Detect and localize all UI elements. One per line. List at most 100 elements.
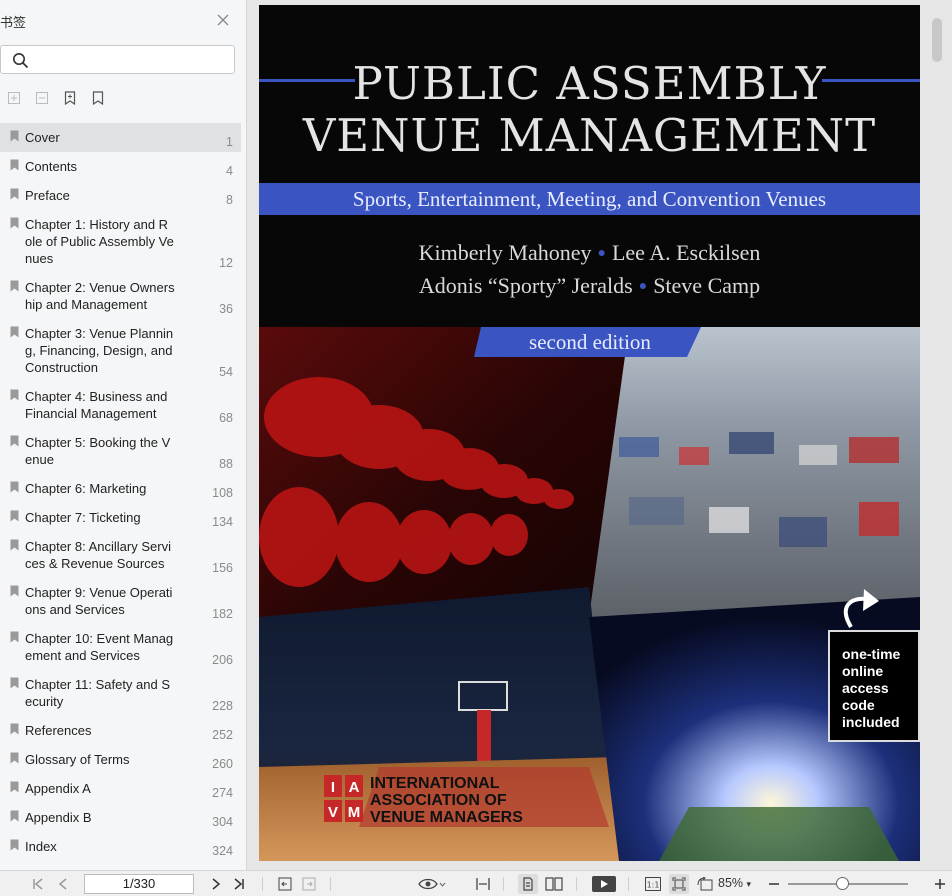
bookmark-item[interactable]: Contents 4: [0, 152, 241, 181]
bookmark-list: Cover 1 Contents 4 Preface 8 Chapter 1: Histor…: [0, 123, 247, 861]
access-text: code: [842, 697, 875, 713]
bookmark-item[interactable]: Chapter 4: Business and Financial Manage…: [0, 382, 241, 428]
bookmark-item[interactable]: Chapter 9: Venue Operations and Services…: [0, 578, 241, 624]
bookmark-icon[interactable]: [89, 89, 107, 107]
page-number-input[interactable]: 1/330: [84, 874, 194, 894]
bookmark-icon: [10, 585, 19, 597]
bookmark-page-number: 182: [212, 607, 233, 621]
bookmark-icon: [10, 188, 19, 200]
bookmark-page-number: 252: [212, 728, 233, 742]
zoom-slider-knob[interactable]: [836, 877, 849, 890]
cover-authors-line1: Kimberly Mahoney ● Lee A. Esckilsen: [259, 240, 920, 266]
bookmark-label: Appendix B: [25, 810, 92, 825]
bookmark-icon: [10, 389, 19, 401]
bookmark-item[interactable]: Chapter 8: Ancillary Services & Revenue …: [0, 532, 241, 578]
fit-width-icon[interactable]: [475, 876, 491, 892]
bookmark-panel-header: 书签: [0, 10, 247, 30]
scrollbar-thumb[interactable]: [932, 18, 942, 62]
author-name: Adonis “Sporty” Jeralds: [418, 273, 633, 298]
author-name: Kimberly Mahoney: [418, 240, 592, 265]
bookmark-label: Chapter 10: Event Management and Service…: [25, 631, 174, 663]
bookmark-icon: [10, 839, 19, 851]
rotate-icon[interactable]: [697, 876, 713, 892]
bookmark-icon: [10, 677, 19, 689]
logo-letter-i: I: [331, 779, 335, 796]
bookmark-label: Appendix A: [25, 781, 91, 796]
collapse-all-icon[interactable]: [33, 89, 51, 107]
back-view-icon[interactable]: [277, 876, 293, 892]
bookmark-search-input[interactable]: [0, 45, 235, 74]
bookmark-item[interactable]: Chapter 11: Safety and Security 228: [0, 670, 241, 716]
access-text: included: [842, 714, 900, 730]
bookmark-item[interactable]: Preface 8: [0, 181, 241, 210]
last-page-icon[interactable]: [231, 876, 247, 892]
first-page-icon[interactable]: [30, 876, 46, 892]
bookmark-label: Preface: [25, 188, 70, 203]
bookmark-label: Cover: [25, 130, 60, 145]
bookmark-label: Contents: [25, 159, 78, 174]
bookmark-item[interactable]: Chapter 3: Venue Planning, Financing, De…: [0, 319, 241, 382]
read-mode-icon[interactable]: [418, 876, 446, 892]
fit-page-icon[interactable]: [669, 874, 689, 894]
zoom-out-icon[interactable]: [766, 876, 782, 892]
cover-title-line2: VENUE MANAGEMENT: [302, 109, 877, 162]
cover-title-line1: PUBLIC ASSEMBLY: [352, 57, 827, 110]
bookmark-item[interactable]: Cover 1: [0, 123, 241, 152]
iavm-name: INTERNATIONAL ASSOCIATION OF VENUE MANAG…: [370, 775, 523, 826]
divider: [503, 877, 504, 891]
bookmark-item[interactable]: Chapter 1: History and Role of Public As…: [0, 210, 241, 273]
slideshow-icon[interactable]: [592, 876, 616, 892]
bookmark-label: References: [25, 723, 92, 738]
bookmark-label: Chapter 6: Marketing: [25, 481, 147, 496]
bookmark-item[interactable]: Chapter 7: Ticketing 134: [0, 503, 241, 532]
bookmark-page-number: 304: [212, 815, 233, 829]
bookmark-label: Chapter 5: Booking the Venue: [25, 435, 171, 467]
iavm-logo: I A V M INTERNATIONAL ASSOCIATION OF VEN…: [324, 775, 584, 831]
chevron-down-icon[interactable]: ▾: [747, 879, 752, 889]
pdf-reader-window: 书签 Cover 1 Contents 4 Preface 8 Chapter …: [0, 0, 952, 896]
cover-authors-line2: Adonis “Sporty” Jeralds ● Steve Camp: [259, 273, 920, 299]
bookmark-page-number: 156: [212, 561, 233, 575]
previous-page-icon[interactable]: [55, 876, 71, 892]
bookmark-item[interactable]: Chapter 6: Marketing 108: [0, 474, 241, 503]
bookmark-label: Chapter 3: Venue Planning, Financing, De…: [25, 326, 174, 375]
zoom-value: 85%: [718, 876, 744, 890]
forward-view-icon[interactable]: [301, 876, 317, 892]
two-page-icon[interactable]: [545, 876, 563, 892]
bookmark-panel: 书签 Cover 1 Contents 4 Preface 8 Chapter …: [0, 0, 247, 870]
edition-text: second edition: [529, 330, 651, 354]
org-name-line: INTERNATIONAL: [370, 775, 500, 792]
org-name-line: ASSOCIATION OF: [370, 792, 507, 809]
bookmark-item[interactable]: Index 324: [0, 832, 241, 861]
bookmark-item[interactable]: References 252: [0, 716, 241, 745]
expand-all-icon[interactable]: [5, 89, 23, 107]
bookmark-item[interactable]: Glossary of Terms 260: [0, 745, 241, 774]
bookmark-label: Chapter 4: Business and Financial Manage…: [25, 389, 168, 421]
bookmark-icon: [10, 280, 19, 292]
bookmark-item[interactable]: Appendix A 274: [0, 774, 241, 803]
bookmark-page-number: 36: [219, 302, 233, 316]
add-bookmark-icon[interactable]: [61, 89, 79, 107]
bookmark-label: Chapter 7: Ticketing: [25, 510, 141, 525]
zoom-in-icon[interactable]: [932, 876, 948, 892]
bullet-icon: ●: [638, 279, 648, 294]
bookmark-item[interactable]: Chapter 10: Event Management and Service…: [0, 624, 241, 670]
bookmark-icon: [10, 159, 19, 171]
bookmark-item[interactable]: Chapter 5: Booking the Venue 88: [0, 428, 241, 474]
svg-text:1:1: 1:1: [647, 881, 660, 890]
zoom-level[interactable]: 85% ▾: [718, 876, 751, 890]
bookmark-icon: [10, 326, 19, 338]
author-name: Lee A. Esckilsen: [611, 240, 761, 265]
single-page-icon[interactable]: [518, 874, 538, 894]
bookmark-item[interactable]: Appendix B 304: [0, 803, 241, 832]
access-code-badge: one-time online access code included: [828, 630, 920, 742]
vertical-scrollbar[interactable]: [938, 0, 952, 870]
bookmark-label: Chapter 9: Venue Operations and Services: [25, 585, 173, 617]
divider: [330, 877, 331, 891]
bookmark-icon: [10, 781, 19, 793]
bookmark-item[interactable]: Chapter 2: Venue Ownership and Managemen…: [0, 273, 241, 319]
close-icon[interactable]: [216, 13, 230, 27]
divider: [262, 877, 263, 891]
actual-size-icon[interactable]: 1:1: [645, 876, 661, 892]
next-page-icon[interactable]: [208, 876, 224, 892]
